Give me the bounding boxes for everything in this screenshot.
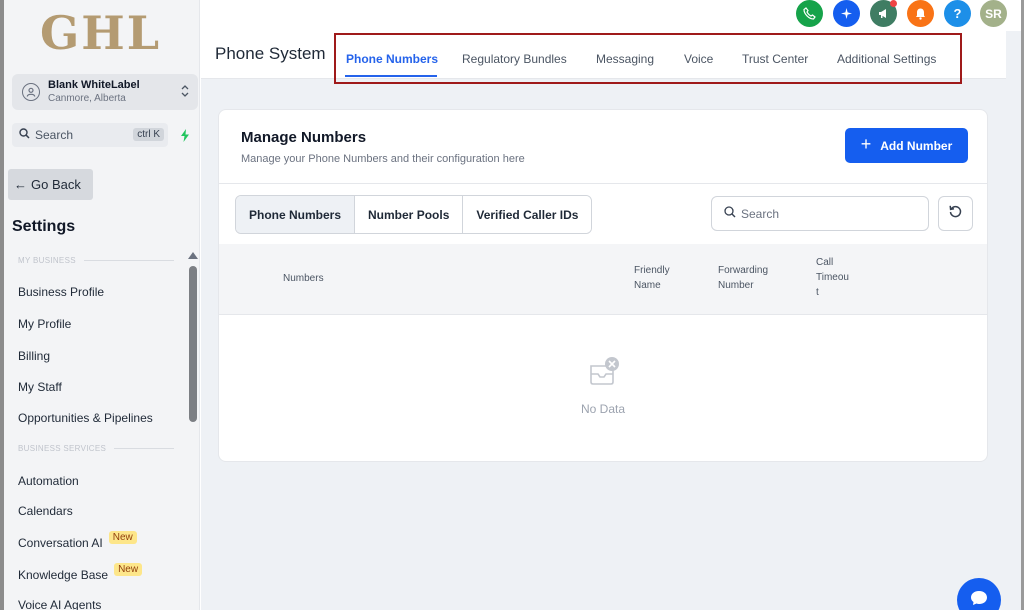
column-label: Number (718, 280, 754, 291)
column-forwarding-number[interactable]: Forwarding Number (718, 263, 768, 293)
main-content: Phone System Phone Numbers Regulatory Bu… (201, 31, 1021, 610)
plus-icon: + (860, 134, 872, 154)
new-badge: New (114, 562, 143, 576)
no-data-icon (588, 356, 620, 393)
sidebar-item-voice-ai-agents[interactable]: Voice AI Agents (18, 598, 101, 610)
sidebar-scrollbar[interactable] (188, 252, 198, 610)
search-icon (19, 126, 30, 144)
scroll-thumb[interactable] (189, 266, 197, 422)
scroll-up-arrow-icon[interactable] (188, 252, 198, 259)
card-title: Manage Numbers (241, 129, 367, 146)
card-subtitle: Manage your Phone Numbers and their conf… (241, 153, 525, 165)
settings-title: Settings (12, 218, 76, 235)
location-switcher[interactable]: Blank WhiteLabel Canmore, Alberta (12, 74, 198, 110)
tab-messaging[interactable]: Messaging (596, 52, 654, 66)
column-label: Forwarding (718, 265, 769, 276)
top-bar: ? SR (201, 0, 1021, 31)
sidebar: GHL Blank WhiteLabel Canmore, Alberta Se… (4, 0, 200, 610)
location-city: Canmore, Alberta (48, 93, 126, 104)
segmented-control: Phone Numbers Number Pools Verified Call… (235, 195, 593, 234)
sidebar-item-opportunities-pipelines[interactable]: Opportunities & Pipelines (18, 411, 153, 425)
active-tab-indicator (345, 75, 437, 77)
segment-phone-numbers[interactable]: Phone Numbers (236, 196, 356, 233)
table-header: Numbers Friendly Name Forwarding Number … (219, 244, 987, 315)
chevron-updown-icon (180, 82, 190, 105)
megaphone-icon[interactable] (870, 0, 897, 27)
avatar[interactable]: SR (980, 0, 1007, 27)
column-call-timeout[interactable]: Call Timeou t (816, 255, 849, 300)
column-numbers[interactable]: Numbers (283, 271, 324, 286)
search-icon (724, 205, 736, 223)
column-label: Call (816, 257, 834, 268)
no-data-text: No Data (581, 402, 626, 416)
phone-icon[interactable] (796, 0, 823, 27)
quick-action-bolt-icon[interactable] (174, 124, 196, 146)
logo: GHL (40, 6, 162, 60)
sidebar-item-calendars[interactable]: Calendars (18, 504, 73, 518)
new-badge: New (108, 530, 137, 544)
tab-regulatory-bundles[interactable]: Regulatory Bundles (462, 52, 567, 66)
manage-numbers-card: Manage Numbers Manage your Phone Numbers… (218, 109, 988, 462)
tab-trust-center[interactable]: Trust Center (742, 52, 808, 66)
column-label: Name (634, 280, 661, 291)
arrow-left-icon: ← (14, 177, 27, 192)
search-input[interactable] (741, 206, 911, 221)
tab-additional-settings[interactable]: Additional Settings (837, 52, 936, 66)
chat-bubble-icon (969, 588, 989, 610)
go-back-button[interactable]: ← Go Back (8, 169, 93, 200)
bell-icon[interactable] (907, 0, 934, 27)
sidebar-item-automation[interactable]: Automation (18, 474, 79, 488)
table-search (711, 196, 929, 231)
sidebar-item-label: Knowledge Base (18, 568, 109, 582)
add-number-label: Add Number (880, 138, 953, 153)
section-heading-my-business: MY BUSINESS (18, 256, 174, 265)
column-label: Timeou (816, 272, 849, 283)
segment-verified-caller-ids[interactable]: Verified Caller IDs (463, 196, 592, 233)
add-number-button[interactable]: + Add Number (845, 128, 968, 163)
sidebar-item-conversation-ai[interactable]: Conversation AI New (18, 530, 137, 550)
location-name: Blank WhiteLabel (48, 79, 140, 91)
sidebar-item-business-profile[interactable]: Business Profile (18, 285, 104, 299)
column-label: Numbers (283, 273, 324, 284)
sidebar-item-knowledge-base[interactable]: Knowledge Base New (18, 562, 143, 582)
location-avatar-icon (22, 83, 40, 101)
empty-state: No Data (219, 315, 987, 462)
page-header: Phone System Phone Numbers Regulatory Bu… (201, 31, 1006, 84)
column-friendly-name[interactable]: Friendly Name (634, 263, 670, 293)
notification-dot (890, 0, 897, 7)
sidebar-item-label: Conversation AI (18, 536, 103, 550)
column-label: t (816, 287, 819, 298)
refresh-button[interactable] (938, 196, 973, 231)
sidebar-search[interactable]: Search ctrl K (12, 123, 168, 147)
refresh-icon (948, 204, 963, 224)
page-title: Phone System (215, 44, 326, 63)
segment-number-pools[interactable]: Number Pools (355, 196, 464, 233)
sidebar-search-label: Search (35, 128, 74, 142)
tab-phone-numbers[interactable]: Phone Numbers (346, 52, 438, 66)
sidebar-item-billing[interactable]: Billing (18, 349, 50, 363)
sidebar-item-my-profile[interactable]: My Profile (18, 317, 71, 331)
search-shortcut: ctrl K (133, 128, 164, 141)
help-icon[interactable]: ? (944, 0, 971, 27)
column-label: Friendly (634, 265, 670, 276)
go-back-label: Go Back (31, 177, 81, 192)
section-heading-business-services: BUSINESS SERVICES (18, 444, 174, 453)
tab-voice[interactable]: Voice (684, 52, 713, 66)
divider (219, 183, 987, 184)
ai-sparkle-icon[interactable] (833, 0, 860, 27)
sidebar-item-my-staff[interactable]: My Staff (18, 380, 62, 394)
